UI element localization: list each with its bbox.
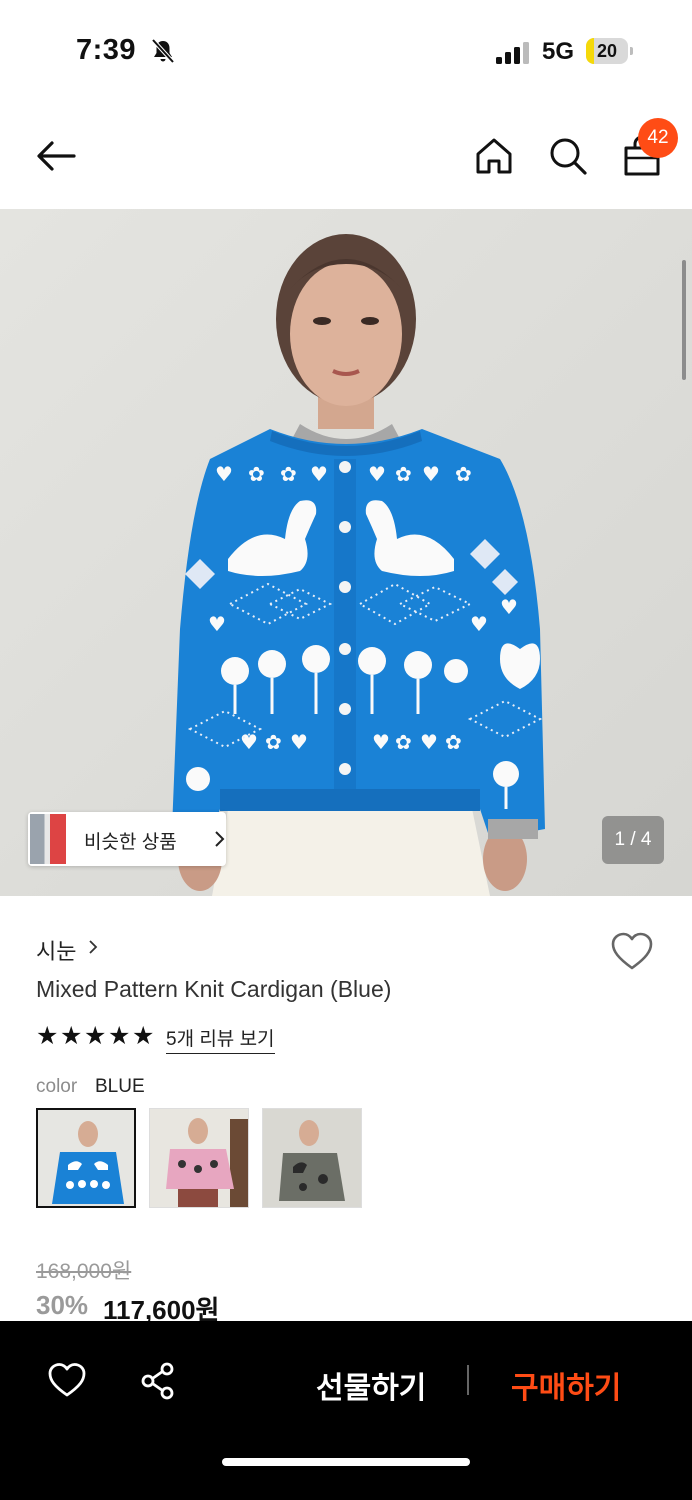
svg-text:♥: ♥	[422, 462, 440, 486]
status-bar: 7:39 5G 20	[0, 0, 692, 100]
svg-text:✿: ✿	[265, 730, 282, 754]
bottom-action-bar: 선물하기 구매하기	[0, 1321, 692, 1500]
svg-text:♥: ♥	[310, 462, 328, 486]
share-icon[interactable]	[138, 1361, 178, 1401]
svg-text:♥: ♥	[470, 612, 488, 636]
star-icon: ★	[36, 1022, 59, 1050]
home-icon[interactable]	[470, 132, 518, 180]
battery-icon: 20	[586, 38, 633, 64]
home-indicator[interactable]	[222, 1458, 470, 1466]
color-option-blue[interactable]	[36, 1108, 136, 1208]
status-time: 7:39	[76, 34, 137, 66]
svg-text:✿: ✿	[248, 462, 265, 486]
search-icon[interactable]	[544, 132, 592, 180]
color-option-pink[interactable]	[149, 1108, 249, 1208]
svg-text:✿: ✿	[395, 730, 412, 754]
chevron-right-icon	[89, 940, 98, 954]
cellular-signal-icon	[496, 42, 529, 64]
product-photo: ♥ ✿ ✿ ♥ ♥ ✿ ♥ ✿ ♥ ♥♥ ♥ ✿ ♥ ♥ ✿ ♥ ✿	[0, 209, 692, 896]
star-icon: ★	[60, 1022, 83, 1050]
discount-rate: 30%	[36, 1290, 89, 1320]
buy-button[interactable]: 구매하기	[511, 1363, 621, 1407]
svg-text:♥: ♥	[420, 730, 438, 754]
similar-products-label: 비슷한 상품	[84, 832, 177, 853]
color-label: color	[36, 1076, 78, 1097]
wishlist-heart-icon[interactable]	[610, 932, 654, 972]
review-link[interactable]: 5개 리뷰 보기	[166, 1024, 275, 1054]
chevron-right-icon	[215, 831, 225, 847]
color-value: BLUE	[95, 1076, 145, 1097]
battery-level: 20	[596, 41, 618, 61]
similar-products-thumbnail	[30, 814, 66, 864]
svg-text:♥: ♥	[372, 730, 390, 754]
svg-text:♥: ♥	[368, 462, 386, 486]
gift-button[interactable]: 선물하기	[316, 1363, 426, 1407]
heart-icon[interactable]	[47, 1361, 87, 1401]
svg-text:✿: ✿	[455, 462, 472, 486]
image-counter: 1 / 4	[602, 816, 664, 864]
color-option-charcoal[interactable]	[262, 1108, 362, 1208]
brand-link[interactable]: 시눈	[36, 934, 76, 966]
svg-text:✿: ✿	[445, 730, 462, 754]
svg-text:✿: ✿	[395, 462, 412, 486]
product-image-gallery[interactable]: ♥ ✿ ✿ ♥ ♥ ✿ ♥ ✿ ♥ ♥ ♥ ♥ ✿ ♥ ♥ ✿ ♥ ✿	[0, 209, 692, 896]
rating-stars: ★ ★ ★ ★ ★	[36, 1024, 156, 1050]
star-icon: ★	[84, 1022, 107, 1050]
bell-muted-icon	[151, 38, 175, 64]
scroll-indicator	[682, 260, 686, 380]
back-arrow-icon[interactable]	[32, 132, 80, 180]
svg-text:♥: ♥	[215, 462, 233, 486]
original-price: 168,000원	[36, 1260, 132, 1283]
svg-text:♥: ♥	[500, 595, 518, 619]
product-name: Mixed Pattern Knit Cardigan (Blue)	[36, 976, 392, 1002]
svg-text:✿: ✿	[280, 462, 297, 486]
svg-text:♥: ♥	[290, 730, 308, 754]
network-type: 5G	[542, 38, 575, 65]
similar-products-button[interactable]: 비슷한 상품	[28, 812, 226, 866]
top-navigation: 42	[0, 110, 692, 206]
star-icon: ★	[108, 1022, 131, 1050]
svg-text:♥: ♥	[208, 612, 226, 636]
divider	[467, 1365, 469, 1395]
cart-count-badge: 42	[638, 118, 678, 158]
star-icon: ★	[132, 1022, 155, 1050]
